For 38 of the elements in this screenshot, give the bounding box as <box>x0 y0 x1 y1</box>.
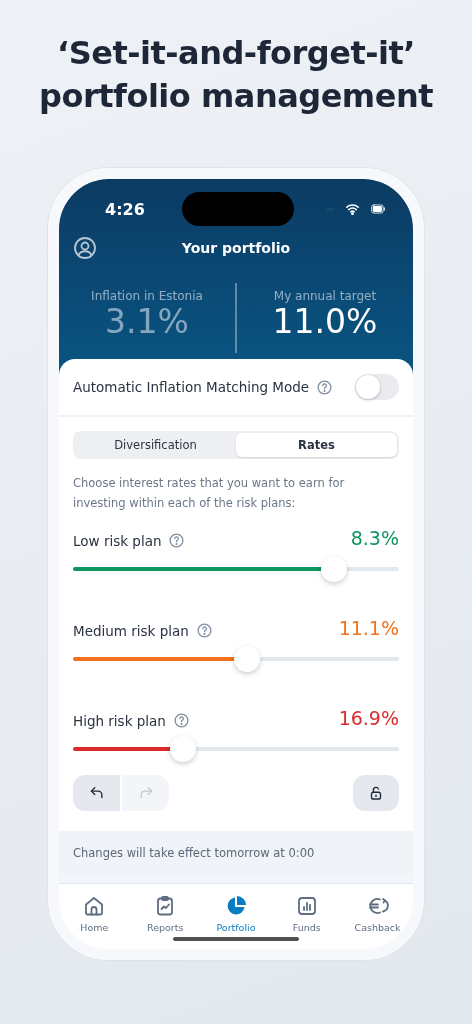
mode-toggle[interactable] <box>355 374 399 400</box>
slider-thumb[interactable] <box>169 736 196 762</box>
help-icon[interactable] <box>195 622 213 639</box>
mode-label: Automatic Inflation Matching Mode <box>73 379 310 395</box>
slider-thumb[interactable] <box>320 556 347 582</box>
help-icon[interactable] <box>172 712 190 729</box>
screen-title: Your portfolio <box>180 240 292 256</box>
stat-label: My annual target <box>273 289 377 303</box>
help-icon[interactable] <box>316 378 334 396</box>
nav-item[interactable]: Funds <box>275 894 338 933</box>
plan-label: Low risk plan <box>73 532 162 549</box>
rate-value: 11.1% <box>338 617 399 639</box>
headline: ‘Set-it-and-forget-it’ portfolio management <box>38 33 434 117</box>
nav-item[interactable]: Home <box>63 894 126 933</box>
lock-button[interactable] <box>353 775 399 811</box>
help-icon[interactable] <box>168 532 186 549</box>
stat-label: Inflation in Estonia <box>91 289 203 303</box>
rate-slider[interactable] <box>73 736 399 762</box>
plan-label: High risk plan <box>73 712 166 729</box>
stat-value: 11.0% <box>272 303 378 341</box>
plan-label: Medium risk plan <box>73 622 189 639</box>
profile-icon[interactable] <box>73 236 97 260</box>
stat-value: 3.1% <box>105 303 189 341</box>
undo-button[interactable] <box>73 775 120 811</box>
nav-item[interactable]: Portfolio <box>205 894 267 933</box>
notice-text: Changes will take effect tomorrow at 0:00 <box>73 846 315 860</box>
rate-value: 8.3% <box>350 527 399 549</box>
status-time: 4:26 <box>105 199 146 219</box>
tab[interactable]: Rates <box>236 433 397 457</box>
tab[interactable]: Diversification <box>75 433 236 457</box>
wifi-icon <box>344 202 361 216</box>
nav-item[interactable]: Reports <box>134 894 197 933</box>
rate-value: 16.9% <box>338 707 399 729</box>
rate-slider[interactable] <box>73 646 399 672</box>
nav-item[interactable]: Cashback <box>346 894 409 933</box>
description-text: Choose interest rates that you want to earn for investing within each of the risk plans: <box>73 475 346 512</box>
slider-thumb[interactable] <box>234 646 261 672</box>
rate-slider[interactable] <box>73 556 399 582</box>
